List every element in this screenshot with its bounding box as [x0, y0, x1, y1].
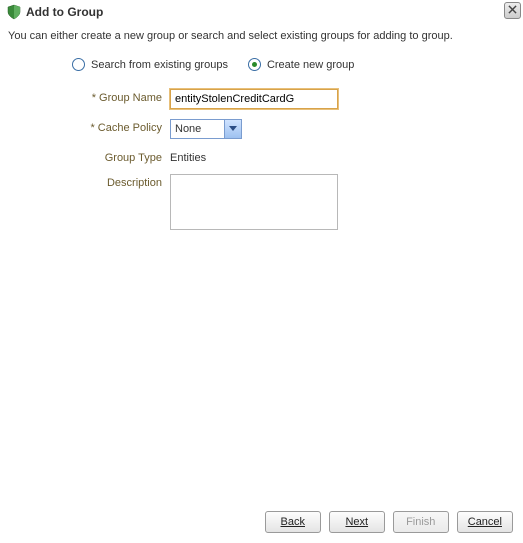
- group-name-label: * Group Name: [10, 89, 170, 104]
- radio-search-label: Search from existing groups: [91, 59, 228, 71]
- cache-policy-value: None: [171, 123, 224, 135]
- radio-search-existing[interactable]: [72, 58, 85, 71]
- radio-create-label: Create new group: [267, 59, 354, 71]
- intro-text: You can either create a new group or sea…: [0, 24, 523, 52]
- description-label: Description: [10, 174, 170, 189]
- group-type-value: Entities: [170, 149, 206, 164]
- cache-policy-select[interactable]: None: [170, 119, 242, 139]
- group-type-label: Group Type: [10, 149, 170, 164]
- back-button[interactable]: Back: [265, 511, 321, 533]
- app-shield-icon: [6, 4, 22, 20]
- finish-button: Finish: [393, 511, 449, 533]
- button-bar: Back Next Finish Cancel: [265, 511, 513, 533]
- form: * Group Name * Cache Policy None Group T…: [0, 89, 523, 230]
- next-button[interactable]: Next: [329, 511, 385, 533]
- dialog-title: Add to Group: [26, 5, 103, 19]
- title-bar: Add to Group: [0, 0, 523, 24]
- cache-policy-label: * Cache Policy: [10, 119, 170, 134]
- chevron-down-icon: [224, 120, 241, 138]
- close-icon: [508, 5, 517, 17]
- mode-options: Search from existing groups Create new g…: [0, 52, 523, 89]
- group-name-input[interactable]: [170, 89, 338, 109]
- close-button[interactable]: [504, 2, 521, 19]
- radio-create-new[interactable]: [248, 58, 261, 71]
- description-textarea[interactable]: [170, 174, 338, 230]
- cancel-button[interactable]: Cancel: [457, 511, 513, 533]
